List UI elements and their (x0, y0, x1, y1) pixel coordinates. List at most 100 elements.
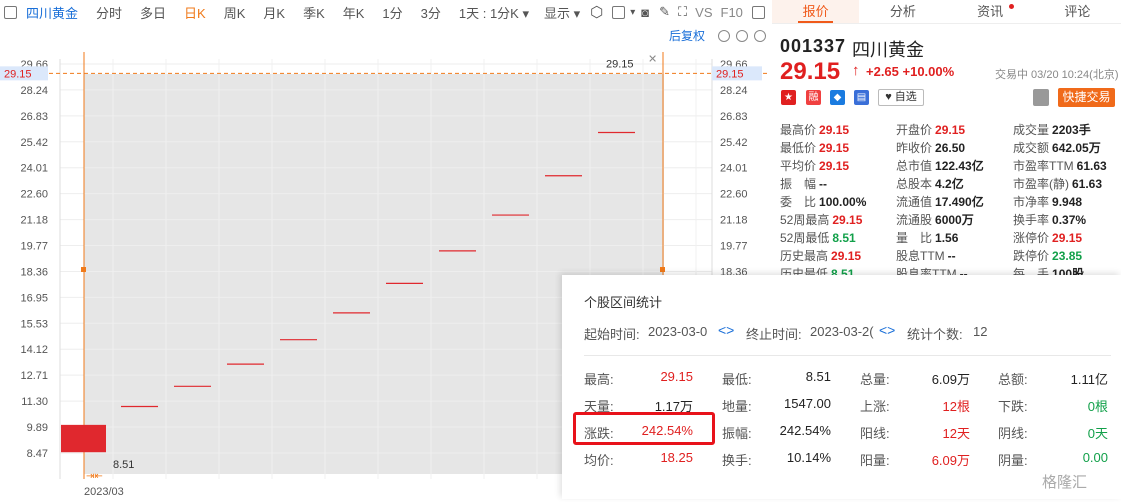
start-time-arrows-icon[interactable]: <> (718, 322, 734, 338)
quote-label: 流通值 (896, 195, 933, 209)
stats-value: 6.09万 (931, 372, 970, 387)
period-tab-7[interactable]: 1分 (373, 6, 411, 21)
quote-item: 市盈率TTM 61.63 (1013, 157, 1107, 174)
y-tick-right: 19.77 (720, 241, 748, 253)
tab-3[interactable]: 评论 (1034, 0, 1121, 23)
quote-value: -- (947, 249, 956, 263)
quote-label: 量 比 (896, 231, 933, 245)
quote-label: 昨收价 (896, 141, 933, 155)
tab-label-3: 评论 (1064, 4, 1091, 19)
zoom-out-icon[interactable] (736, 30, 748, 42)
stats-label: 阴量: (998, 453, 1028, 468)
quote-item: 历史最高 29.15 (780, 247, 861, 264)
interval-select[interactable]: 1天 : 1分K ▾ (450, 3, 538, 22)
start-time-input[interactable]: 2023-03-0 (648, 324, 707, 339)
tab-label-0: 报价 (802, 4, 829, 19)
quote-item: 涨停价 29.15 (1013, 229, 1082, 246)
period-tab-4[interactable]: 月K (254, 6, 294, 21)
stats-label: 阳量: (860, 453, 890, 468)
y-tick-left: 26.83 (20, 111, 48, 123)
quote-item: 成交额 642.05万 (1013, 139, 1101, 156)
f10-button[interactable]: F10 (717, 5, 747, 20)
end-time-input[interactable]: 2023-03-2( (810, 324, 874, 339)
count-label: 统计个数: (907, 327, 963, 342)
quote-item: 52周最低 8.51 (780, 229, 856, 246)
tooltip-close-icon[interactable]: ✕ (648, 53, 657, 65)
quote-item: 总股本 4.2亿 (896, 175, 964, 192)
stats-label: 阴线: (998, 426, 1028, 441)
quote-value: 17.490亿 (935, 195, 984, 209)
quote-item: 成交量 2203手 (1013, 121, 1091, 138)
settings-icon[interactable]: ⬡ (586, 3, 607, 21)
stats-label: 最低: (722, 372, 752, 387)
quote-value: 29.15 (832, 213, 863, 227)
period-tab-8[interactable]: 3分 (412, 6, 450, 21)
tag-icon[interactable]: ◆ (830, 90, 845, 105)
quote-value: 29.15 (831, 249, 862, 263)
tab-1[interactable]: 分析 (859, 0, 946, 23)
camera-icon[interactable]: ◙ (635, 5, 655, 20)
y-tick-right: 25.42 (720, 137, 748, 149)
quote-label: 历史最高 (780, 249, 829, 263)
stats-value: 10.14% (786, 450, 831, 465)
highlight-box (573, 412, 715, 445)
add-watchlist-label: 自选 (894, 91, 917, 103)
stats-label: 最高: (584, 372, 614, 387)
checkbox-icon[interactable] (612, 5, 626, 19)
add-watchlist-button[interactable]: ♥ 自选 (878, 89, 924, 106)
stats-value: 8.51 (805, 369, 831, 384)
quote-label: 最低价 (780, 141, 817, 155)
quote-item: 市净率 9.948 (1013, 193, 1082, 210)
period-tab-3[interactable]: 周K (215, 6, 255, 21)
selection-handle[interactable] (660, 267, 665, 272)
quote-value: 9.948 (1052, 195, 1083, 209)
quote-value: 29.15 (819, 159, 850, 173)
vs-button[interactable]: VS (691, 5, 716, 20)
tab-2[interactable]: 资讯 (947, 0, 1034, 23)
quote-label: 涨停价 (1013, 231, 1050, 245)
y-tick-left: 28.24 (20, 85, 48, 97)
quote-item: 开盘价 29.15 (896, 121, 965, 138)
period-tab-1[interactable]: 多日 (131, 6, 175, 21)
quote-label: 换手率 (1013, 213, 1050, 227)
quote-value: 4.2亿 (935, 177, 964, 191)
fuquan-button[interactable]: 后复权 (669, 29, 705, 43)
stats-label: 下跌: (998, 399, 1028, 414)
note-icon[interactable]: ▤ (854, 90, 869, 105)
period-tab-2[interactable]: 日K (175, 6, 215, 21)
quote-label: 股息TTM (896, 249, 945, 263)
quote-label: 市盈率(静) (1013, 177, 1069, 191)
quote-label: 52周最高 (780, 213, 830, 227)
flag-icon[interactable]: ★ (781, 90, 796, 105)
info-tabs: 报价 分析 资讯 评论 (772, 0, 1121, 24)
fullscreen-icon[interactable]: ⛶ (674, 4, 691, 20)
quote-label: 平均价 (780, 159, 817, 173)
stats-label: 换手: (722, 453, 752, 468)
end-time-arrows-icon[interactable]: <> (879, 322, 895, 338)
sidebar-toggle-icon[interactable] (4, 5, 17, 19)
price-change: +2.65 +10.00% (866, 64, 955, 79)
low-label: 8.51 (113, 459, 134, 471)
quote-label: 总股本 (896, 177, 933, 191)
selection-handle[interactable] (81, 267, 86, 272)
close-chart-icon[interactable] (754, 30, 766, 42)
zoom-in-icon[interactable] (718, 30, 730, 42)
y-tick-left: 16.95 (20, 292, 48, 304)
period-tab-0[interactable]: 分时 (87, 6, 131, 21)
bell-icon[interactable] (1033, 89, 1049, 106)
quote-label: 振 幅 (780, 177, 817, 191)
quote-value: -- (819, 177, 828, 191)
display-select[interactable]: 显示 ▾ (538, 3, 586, 22)
tab-0[interactable]: 报价 (772, 0, 860, 23)
pen-icon[interactable]: ✎ (655, 4, 674, 20)
y-tick-right: 24.01 (720, 163, 748, 175)
y-tick-left: 19.77 (20, 241, 48, 253)
period-tab-6[interactable]: 年K (334, 6, 374, 21)
quote-value: 1.56 (935, 231, 959, 245)
display-select-label: 显示 (543, 5, 570, 21)
quick-trade-button[interactable]: 快捷交易 (1058, 88, 1115, 107)
panel-toggle-icon[interactable] (751, 5, 765, 19)
period-tab-5[interactable]: 季K (294, 6, 334, 21)
stock-name-link[interactable]: 四川黄金 (22, 3, 87, 22)
rzrq-icon[interactable]: 融 (806, 90, 821, 105)
